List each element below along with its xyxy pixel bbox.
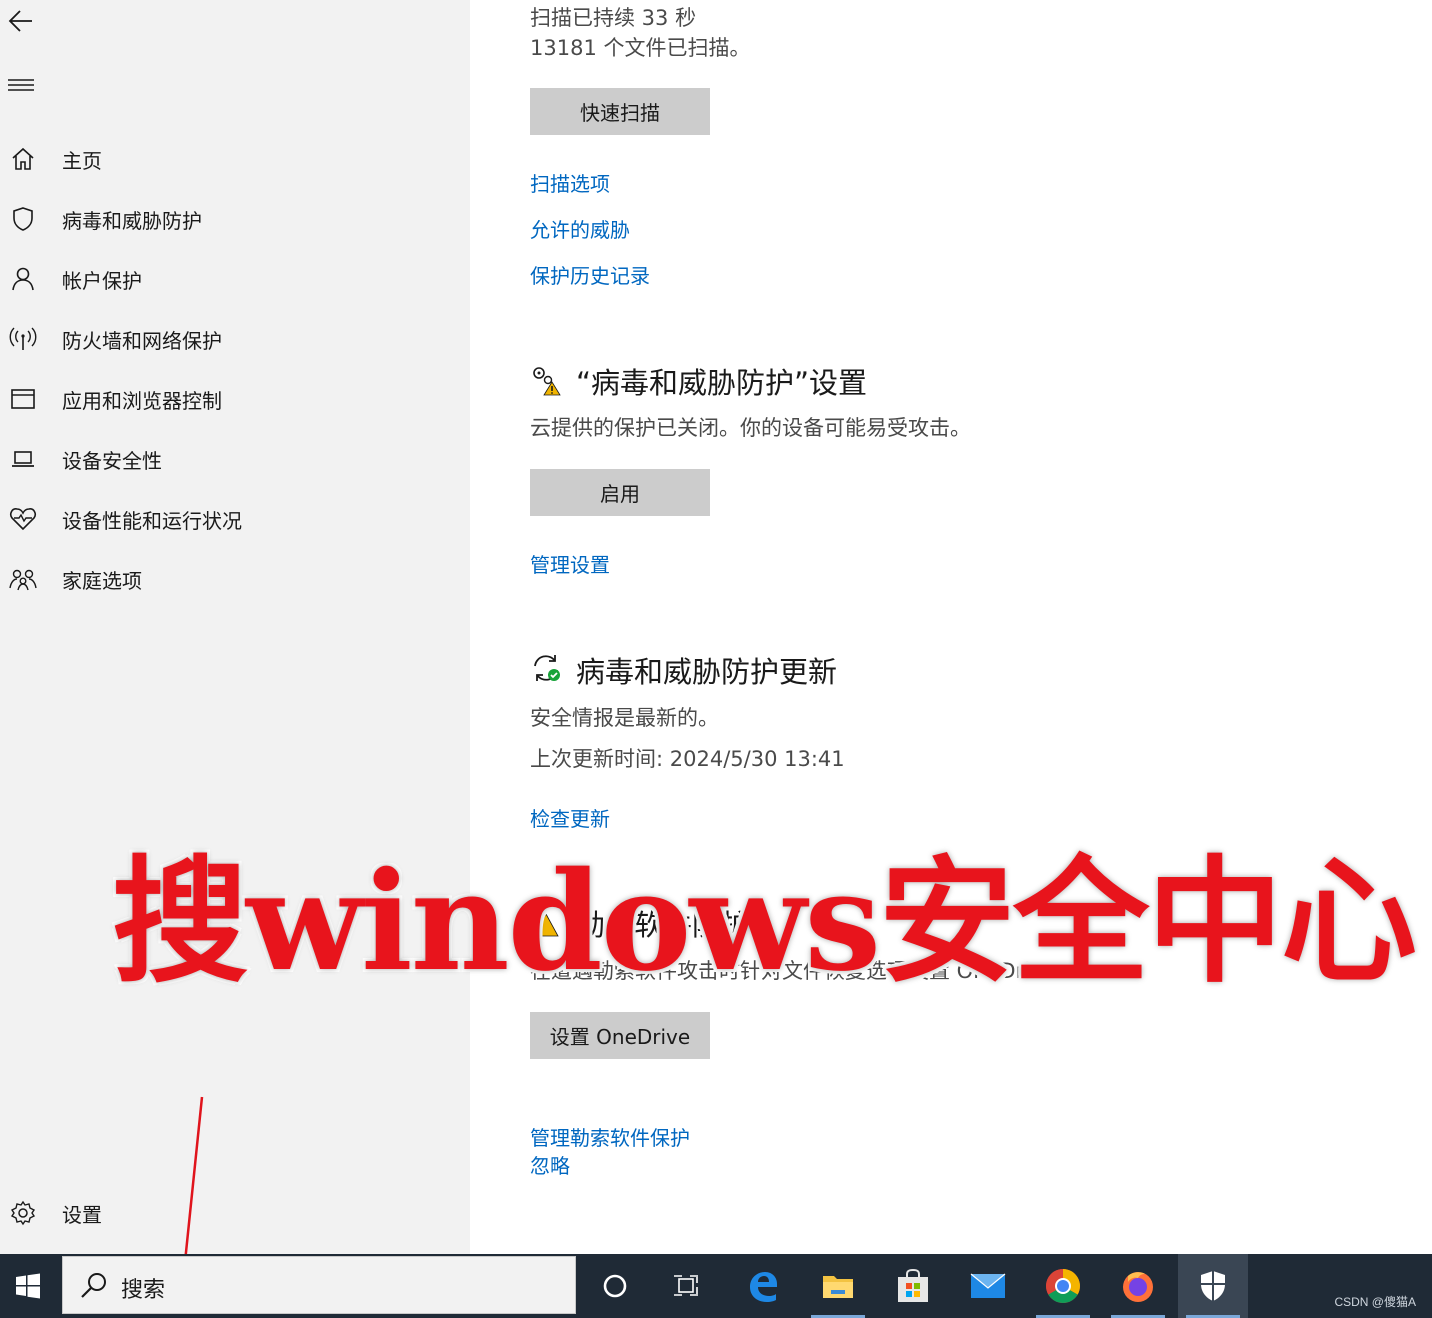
allowed-threats-link[interactable]: 允许的威胁 — [530, 214, 630, 243]
sidebar-item-label: 病毒和威胁防护 — [62, 208, 202, 233]
sidebar-item-label: 应用和浏览器控制 — [62, 388, 222, 413]
task-view-button[interactable] — [652, 1254, 722, 1318]
file-explorer-button[interactable] — [803, 1254, 873, 1318]
settings-warning-icon — [533, 367, 561, 396]
update-sync-icon — [534, 655, 560, 681]
chrome-button[interactable] — [1028, 1254, 1098, 1318]
cortana-icon — [603, 1274, 627, 1298]
windows-logo-icon — [16, 1273, 40, 1299]
firefox-button[interactable] — [1103, 1254, 1173, 1318]
person-icon — [0, 256, 46, 302]
gear-icon — [0, 1190, 46, 1236]
manage-ransomware-link[interactable]: 管理勒索软件保护 — [530, 1122, 690, 1151]
watermark-text: CSDN @傻猫A — [1334, 1295, 1416, 1309]
protection-history-link[interactable]: 保护历史记录 — [530, 260, 650, 289]
wifi-icon — [0, 316, 46, 362]
laptop-icon — [0, 436, 46, 482]
settings-section-title: “病毒和威胁防护”设置 — [576, 366, 868, 400]
family-icon — [0, 556, 46, 602]
updates-section-title: 病毒和威胁防护更新 — [576, 655, 838, 689]
sidebar-item-virus-protection[interactable]: 病毒和威胁防护 — [0, 196, 470, 242]
back-button[interactable] — [6, 6, 36, 36]
windows-security-icon — [1201, 1271, 1225, 1301]
sidebar-item-label: 设备安全性 — [62, 448, 162, 473]
taskbar: 搜索 CSDN @傻猫A — [0, 1254, 1432, 1318]
chrome-icon — [1046, 1269, 1080, 1303]
manage-settings-link[interactable]: 管理设置 — [530, 549, 610, 578]
scan-file-count: 13181 个文件已扫描。 — [530, 36, 751, 60]
enable-button[interactable]: 启用 — [530, 469, 710, 516]
sidebar-item-home[interactable]: 主页 — [0, 136, 470, 182]
edge-icon — [750, 1272, 777, 1302]
sidebar-item-label: 帐户保护 — [62, 268, 142, 293]
store-button[interactable] — [878, 1254, 948, 1318]
store-icon — [898, 1269, 928, 1302]
sidebar-item-family[interactable]: 家庭选项 — [0, 556, 470, 602]
taskbar-search-box[interactable]: 搜索 — [62, 1256, 576, 1314]
setup-onedrive-button[interactable]: 设置 OneDrive — [530, 1012, 710, 1059]
sidebar-item-settings[interactable]: 设置 — [0, 1190, 470, 1236]
quick-scan-button[interactable]: 快速扫描 — [530, 88, 710, 135]
intelligence-status: 安全情报是最新的。 — [530, 706, 719, 730]
sidebar-item-account-protection[interactable]: 帐户保护 — [0, 256, 470, 302]
app-window-icon — [0, 376, 46, 422]
sidebar: 主页 病毒和威胁防护 帐户保护 防火墙和网络保护 应用和浏览器控制 设备安全性 — [0, 0, 470, 1254]
cortana-button[interactable] — [580, 1254, 650, 1318]
back-arrow-icon — [8, 10, 32, 32]
dismiss-link[interactable]: 忽略 — [530, 1150, 570, 1179]
shield-icon — [0, 196, 46, 242]
start-button[interactable] — [0, 1254, 56, 1318]
main-content: 扫描已持续 33 秒 13181 个文件已扫描。 快速扫描 扫描选项 允许的威胁… — [470, 0, 1432, 1254]
annotation-overlay-text: 搜windows安全中心 — [110, 840, 1419, 1004]
hamburger-icon — [8, 79, 34, 91]
file-explorer-icon — [823, 1276, 853, 1298]
search-icon — [81, 1273, 106, 1298]
sidebar-item-label: 家庭选项 — [62, 568, 142, 593]
sidebar-item-label: 设备性能和运行状况 — [62, 508, 242, 533]
mail-button[interactable] — [953, 1254, 1023, 1318]
search-placeholder: 搜索 — [121, 1278, 166, 1303]
settings-label: 设置 — [62, 1202, 102, 1227]
sidebar-item-label: 防火墙和网络保护 — [62, 328, 222, 353]
sidebar-item-label: 主页 — [62, 148, 102, 173]
home-icon — [0, 136, 46, 182]
task-view-icon — [674, 1275, 698, 1296]
sidebar-item-firewall[interactable]: 防火墙和网络保护 — [0, 316, 470, 362]
scan-duration: 扫描已持续 33 秒 — [530, 6, 697, 30]
firefox-icon — [1123, 1272, 1153, 1302]
scan-options-link[interactable]: 扫描选项 — [530, 168, 610, 197]
sidebar-item-app-browser[interactable]: 应用和浏览器控制 — [0, 376, 470, 422]
last-update-time: 上次更新时间: 2024/5/30 13:41 — [530, 747, 845, 771]
heart-pulse-icon — [0, 496, 46, 542]
sidebar-item-device-security[interactable]: 设备安全性 — [0, 436, 470, 482]
menu-button[interactable] — [6, 72, 36, 98]
sidebar-item-device-performance[interactable]: 设备性能和运行状况 — [0, 496, 470, 542]
cloud-protection-status: 云提供的保护已关闭。你的设备可能易受攻击。 — [530, 416, 971, 440]
mail-icon — [970, 1273, 1006, 1298]
windows-security-button[interactable] — [1178, 1254, 1248, 1318]
edge-button[interactable] — [728, 1254, 798, 1318]
